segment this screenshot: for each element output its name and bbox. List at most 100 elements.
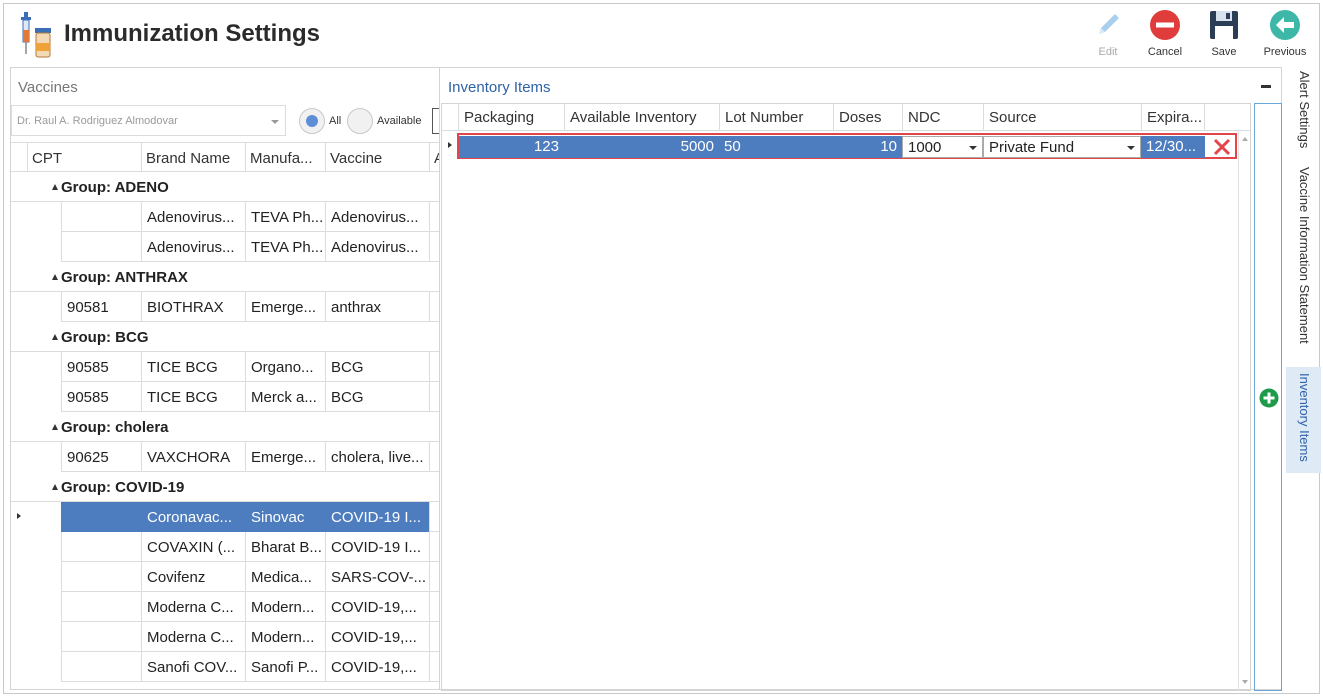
cell-extra [429,232,439,262]
column-header-brand-name[interactable]: Brand Name [141,143,245,172]
inventory-panel: Inventory Items ▬ Packaging Available In… [440,67,1282,691]
group-label: Group: ANTHRAX [61,269,188,286]
column-header-available-inventory[interactable]: Available Inventory [564,104,719,130]
cell-extra [429,532,439,562]
inventory-title: Inventory Items [448,79,551,96]
column-header-source[interactable]: Source [983,104,1141,130]
cell-lot-number[interactable]: 50 [719,136,833,158]
table-row[interactable]: Sanofi COV... Sanofi P... COVID-19,... [11,652,439,682]
cell-doses[interactable]: 10 [833,136,902,158]
previous-button[interactable]: Previous [1255,8,1315,64]
cell-brand: Adenovirus... [141,232,245,262]
table-row[interactable]: Covifenz Medica... SARS-COV-... [11,562,439,592]
cell-extra [429,652,439,682]
scroll-down-icon[interactable] [1242,680,1248,684]
vertical-scrollbar[interactable] [1238,131,1250,690]
inventory-grid: Packaging Available Inventory Lot Number… [441,103,1251,691]
column-header-vaccine[interactable]: Vaccine [325,143,429,172]
table-row[interactable]: 90585 TICE BCG Organo... BCG [11,352,439,382]
cell-packaging[interactable]: 123 [459,136,564,158]
cell-manufacturer: Organo... [245,352,325,382]
cancel-button[interactable]: Cancel [1135,8,1195,64]
cell-brand: TICE BCG [141,352,245,382]
provider-dropdown[interactable]: Dr. Raul A. Rodriguez Almodovar [11,105,286,136]
cell-extra [429,292,439,322]
delete-x-icon[interactable] [1211,136,1233,158]
cell-brand: Adenovirus... [141,202,245,232]
available-radio[interactable] [347,108,373,134]
side-tabs: Alert Settings Vaccine Information State… [1286,67,1321,690]
cell-extra [429,502,439,532]
save-label: Save [1211,46,1237,58]
group-row[interactable]: Group: BCG [11,322,439,352]
table-row[interactable]: Adenovirus... TEVA Ph... Adenovirus... [11,232,439,262]
column-header-doses[interactable]: Doses [833,104,902,130]
collapse-triangle-icon [52,484,58,490]
table-row[interactable]: 90585 TICE BCG Merck a... BCG [11,382,439,412]
table-row[interactable]: 90581 BIOTHRAX Emerge... anthrax [11,292,439,322]
cell-brand: Moderna C... [141,592,245,622]
cell-vaccine: COVID-19,... [325,592,429,622]
table-row[interactable]: Moderna C... Modern... COVID-19,... [11,592,439,622]
column-header-expiration[interactable]: Expira... [1141,104,1204,130]
cell-extra [429,202,439,232]
cell-vaccine: COVID-19 I... [325,532,429,562]
cell-brand: Covifenz [141,562,245,592]
cell-brand: Coronavac... [141,502,245,532]
pin-icon[interactable]: ▬ [1261,80,1271,91]
group-row[interactable]: Group: ADENO [11,172,439,202]
ndc-value: 1000 [908,139,942,156]
chevron-down-icon [271,120,279,124]
cell-brand: Sanofi COV... [141,652,245,682]
collapse-triangle-icon [52,274,58,280]
cell-extra [429,622,439,652]
collapse-triangle-icon [52,424,58,430]
tab-label: Inventory Items [1297,373,1312,462]
column-header-packaging[interactable]: Packaging [458,104,564,130]
tab-inventory-items[interactable]: Inventory Items [1286,367,1321,473]
source-dropdown[interactable]: Private Fund [983,136,1141,158]
column-header-cpt[interactable]: CPT [27,143,141,172]
group-row[interactable]: Group: cholera [11,412,439,442]
column-header-manufacturer[interactable]: Manufa... [245,143,325,172]
collapse-triangle-icon [52,334,58,340]
cell-cpt [61,202,141,232]
cell-expiration[interactable]: 12/30... [1141,136,1205,158]
syringe-vial-icon [21,12,51,58]
tab-vaccine-information-statement[interactable]: Vaccine Information Statement [1286,167,1321,363]
chevron-down-icon [969,146,977,150]
column-header-lot-number[interactable]: Lot Number [719,104,833,130]
column-header-truncated[interactable]: A [429,143,439,172]
cell-available-inventory[interactable]: 5000 [564,136,719,158]
cell-cpt: 90625 [61,442,141,472]
table-row[interactable]: Adenovirus... TEVA Ph... Adenovirus... [11,202,439,232]
ndc-dropdown[interactable]: 1000 [902,136,983,158]
group-row[interactable]: Group: COVID-19 [11,472,439,502]
group-row[interactable]: Group: ANTHRAX [11,262,439,292]
table-row[interactable]: COVAXIN (... Bharat B... COVID-19 I... [11,532,439,562]
cell-extra [429,382,439,412]
cell-vaccine: cholera, live... [325,442,429,472]
table-row-selected[interactable]: Coronavac... Sinovac COVID-19 I... [11,502,439,532]
tab-alert-settings[interactable]: Alert Settings [1286,71,1321,161]
table-row[interactable]: 90625 VAXCHORA Emerge... cholera, live..… [11,442,439,472]
immunization-settings-window: Immunization Settings Edit Cancel Save P… [3,3,1321,694]
cell-cpt: 90581 [61,292,141,322]
cell-extra [429,592,439,622]
edit-button[interactable]: Edit [1078,8,1138,64]
cell-cpt [61,622,141,652]
column-header-ndc[interactable]: NDC [902,104,983,130]
scroll-up-icon[interactable] [1242,137,1248,141]
table-row[interactable]: Moderna C... Modern... COVID-19,... [11,622,439,652]
save-button[interactable]: Save [1194,8,1254,64]
add-circle-icon[interactable] [1259,388,1279,408]
page-title: Immunization Settings [64,20,321,47]
inventory-row[interactable]: 123 5000 50 10 1000 Private Fund 12/30..… [457,133,1237,159]
vaccines-panel: Vaccines Dr. Raul A. Rodriguez Almodovar… [10,67,440,690]
add-item-strip [1254,103,1282,691]
arrow-left-icon [1270,10,1300,40]
truncated-control[interactable] [432,108,439,134]
vaccines-title: Vaccines [18,79,78,96]
group-label: Group: cholera [61,419,169,436]
all-radio[interactable] [299,108,325,134]
